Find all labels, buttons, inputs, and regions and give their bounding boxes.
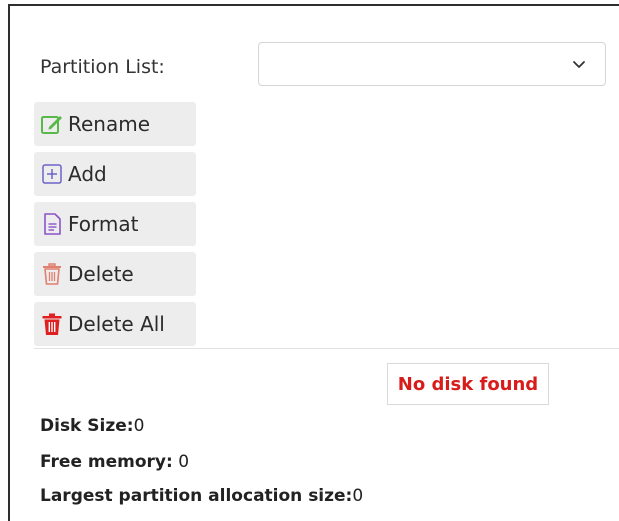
- no-disk-message: No disk found: [387, 363, 549, 405]
- trash-icon: [40, 261, 64, 287]
- disk-size-value: 0: [133, 416, 145, 436]
- free-memory-row: Free memory: 0: [40, 452, 189, 472]
- delete-all-button[interactable]: Delete All: [34, 302, 196, 346]
- free-memory-label: Free memory:: [40, 452, 173, 472]
- delete-label: Delete: [68, 262, 134, 286]
- partition-list-select[interactable]: [258, 42, 606, 86]
- trash-filled-icon: [40, 311, 64, 337]
- section-divider: [34, 348, 619, 349]
- largest-partition-value: 0: [352, 486, 364, 506]
- largest-partition-row: Largest partition allocation size:0: [40, 486, 363, 506]
- rename-button[interactable]: Rename: [34, 102, 196, 146]
- disk-size-label: Disk Size:: [40, 416, 134, 436]
- largest-partition-label: Largest partition allocation size:: [40, 486, 353, 506]
- format-icon: [40, 211, 64, 237]
- rename-icon: [40, 111, 64, 137]
- disk-panel: Partition List: Rename Add Format Delete…: [8, 4, 619, 521]
- free-memory-value: 0: [172, 452, 190, 472]
- add-label: Add: [68, 162, 107, 186]
- delete-all-label: Delete All: [68, 312, 165, 336]
- disk-size-row: Disk Size:0: [40, 416, 144, 436]
- rename-label: Rename: [68, 112, 151, 136]
- add-icon: [40, 161, 64, 187]
- delete-button[interactable]: Delete: [34, 252, 196, 296]
- format-button[interactable]: Format: [34, 202, 196, 246]
- format-label: Format: [68, 212, 139, 236]
- chevron-down-icon: [573, 61, 585, 68]
- add-button[interactable]: Add: [34, 152, 196, 196]
- partition-list-label: Partition List:: [40, 56, 165, 78]
